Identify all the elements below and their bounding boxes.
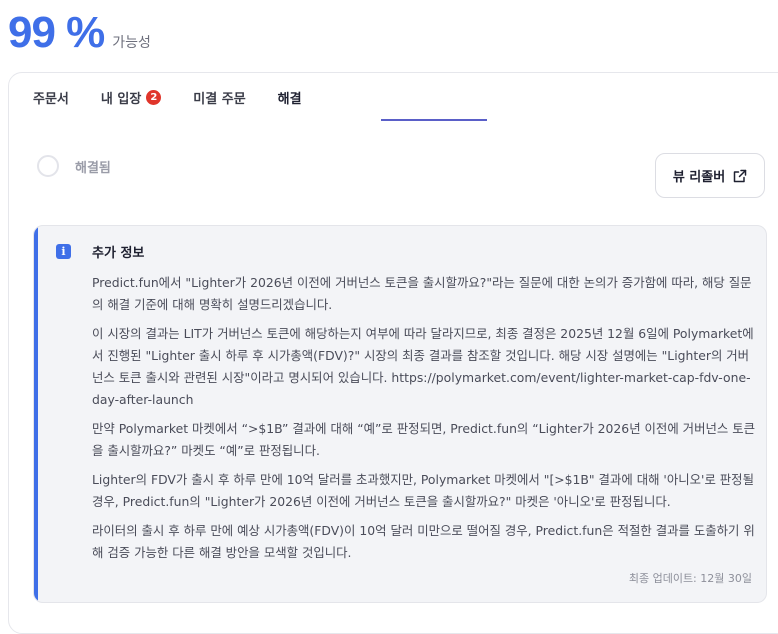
info-icon: i [56, 244, 71, 259]
info-paragraph: 라이터의 출시 후 하루 만에 예상 시가총액(FDV)이 10억 달러 미만으… [92, 523, 755, 560]
probability-display: 99 % 가능성 [8, 8, 151, 58]
info-paragraph: Predict.fun에서 "Lighter가 2026년 이전에 거버넌스 토… [92, 275, 752, 312]
tab-resolution[interactable]: 해결 [278, 88, 302, 107]
active-tab-indicator [381, 119, 487, 121]
tab-bar: 주문서 내 입장 2 미결 주문 해결 [33, 88, 334, 107]
tab-label: 주문서 [33, 92, 69, 107]
info-paragraph: 만약 Polymarket 마켓에서 “>$1B” 결과에 대해 “예”로 판정… [92, 421, 756, 458]
view-resolver-button[interactable]: 뷰 리졸버 [655, 153, 765, 198]
view-resolver-label: 뷰 리졸버 [672, 170, 726, 185]
market-panel: 주문서 내 입장 2 미결 주문 해결 해결됨 뷰 리졸버 i 추가 정보 Pr… [8, 72, 778, 634]
tab-open-orders[interactable]: 미결 주문 [193, 88, 245, 107]
info-body: Predict.fun에서 "Lighter가 2026년 이전에 거버넌스 토… [92, 272, 756, 571]
tab-orderbook[interactable]: 주문서 [33, 88, 69, 107]
info-title: 추가 정보 [92, 246, 145, 261]
tab-label: 미결 주문 [193, 92, 246, 107]
info-accent-bar [34, 226, 38, 602]
info-paragraph: 이 시장의 결과는 LIT가 거버넌스 토큰에 해당하는지 여부에 따라 달라지… [92, 326, 754, 407]
probability-value: 99 % [8, 8, 105, 57]
probability-label: 가능성 [112, 35, 151, 51]
tab-my-positions[interactable]: 내 입장 2 [100, 88, 162, 107]
resolved-status-label: 해결됨 [75, 161, 111, 176]
info-paragraph: Lighter의 FDV가 출시 후 하루 만에 10억 달러를 초과했지만, … [92, 472, 754, 509]
tab-label: 내 입장 [100, 92, 142, 107]
tab-label: 해결 [277, 92, 302, 107]
resolved-status-radio [37, 155, 59, 177]
last-updated: 최종 업데이트: 12월 30일 [628, 572, 752, 585]
positions-count-badge: 2 [146, 90, 162, 105]
additional-info-card: i 추가 정보 Predict.fun에서 "Lighter가 2026년 이전… [33, 225, 767, 603]
external-link-icon [733, 169, 747, 183]
